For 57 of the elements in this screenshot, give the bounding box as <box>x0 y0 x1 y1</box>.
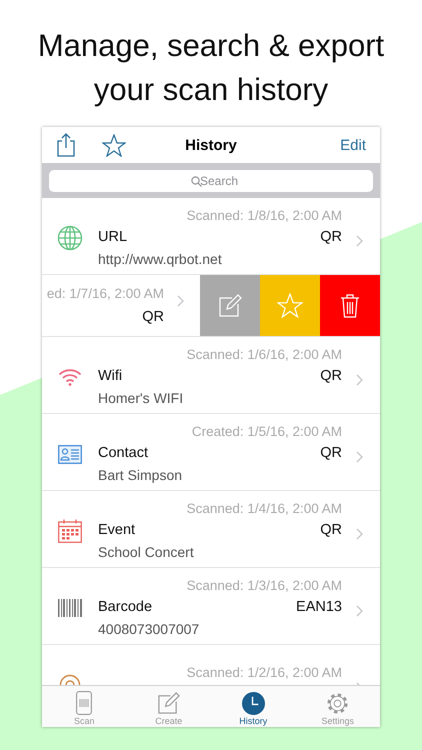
star-icon <box>277 293 303 318</box>
chevron-icon <box>356 235 363 247</box>
chevron-icon <box>356 528 363 540</box>
screen-title: History <box>184 136 238 154</box>
gear-icon <box>326 692 350 715</box>
item-type: Event <box>98 522 136 538</box>
clock-icon <box>242 692 265 715</box>
code-format: QR <box>320 444 342 462</box>
code-format: QR <box>320 368 342 384</box>
history-row[interactable]: ed: 1/7/16, 2:00 AM QR <box>42 275 380 337</box>
chevron-icon <box>356 605 363 617</box>
item-content: 4008073007007 <box>98 620 200 636</box>
code-format: EAN13 <box>296 598 342 616</box>
scan-date: Scanned: 1/6/16, 2:00 AM <box>186 346 342 362</box>
headline: Manage, search & export <box>38 27 384 65</box>
history-row[interactable]: Scanned: 1/4/16, 2:00 AM Event QR School Concert <box>42 491 380 568</box>
edit-icon <box>218 294 242 318</box>
item-type: URL <box>98 228 128 246</box>
contact-card-icon <box>58 444 82 464</box>
code-format: QR <box>320 228 342 246</box>
code-format: QR <box>320 522 342 538</box>
calendar-icon <box>58 519 82 543</box>
barcode-icon <box>58 599 82 617</box>
edit-action[interactable] <box>200 275 260 336</box>
item-content: http://www.qrbot.net <box>98 250 223 266</box>
globe-icon <box>57 225 83 251</box>
item-content: Bart Simpson <box>98 466 184 482</box>
pencil-square-icon <box>157 692 180 715</box>
chevron-icon <box>356 451 363 463</box>
edit-button[interactable]: Edit <box>340 134 366 156</box>
item-content: School Concert <box>98 544 195 560</box>
star-icon[interactable] <box>102 134 126 156</box>
scan-date: ed: 1/7/16, 2:00 AM <box>46 286 164 301</box>
share-icon[interactable] <box>56 133 76 157</box>
history-row[interactable]: Created: 1/5/16, 2:00 AM Contact QR Bart Simpson <box>42 414 380 491</box>
item-type: Wifi <box>98 368 122 384</box>
item-content: Homer's WIFI <box>98 390 184 406</box>
scan-date: Scanned: 1/2/16, 2:00 AM <box>186 665 342 680</box>
tab-bar-item[interactable]: History <box>211 686 296 727</box>
phone-barcode-icon <box>76 691 92 715</box>
item-type: Contact <box>98 444 148 462</box>
chevron-icon <box>356 374 363 386</box>
scan-date: Created: 1/5/16, 2:00 AM <box>190 424 342 438</box>
headline: your scan history <box>94 71 328 109</box>
scan-date: Scanned: 1/8/16, 2:00 AM <box>186 208 342 222</box>
scan-date: Scanned: 1/4/16, 2:00 AM <box>186 500 342 516</box>
delete-action[interactable] <box>320 275 380 336</box>
item-type: Barcode <box>98 598 152 616</box>
history-row[interactable]: Scanned: 1/3/16, 2:00 AM Barcode EAN13 4008073007007 <box>42 568 380 645</box>
chevron-icon <box>177 295 184 307</box>
scan-date: Scanned: 1/3/16, 2:00 AM <box>186 578 342 592</box>
history-row[interactable]: Scanned: 1/6/16, 2:00 AM Wifi QR Homer's WIFI <box>42 337 380 414</box>
wifi-icon <box>58 368 82 386</box>
trash-icon <box>340 294 360 318</box>
search-icon <box>191 176 202 186</box>
search-field[interactable]: Search <box>49 170 373 192</box>
code-format: QR <box>142 309 164 325</box>
